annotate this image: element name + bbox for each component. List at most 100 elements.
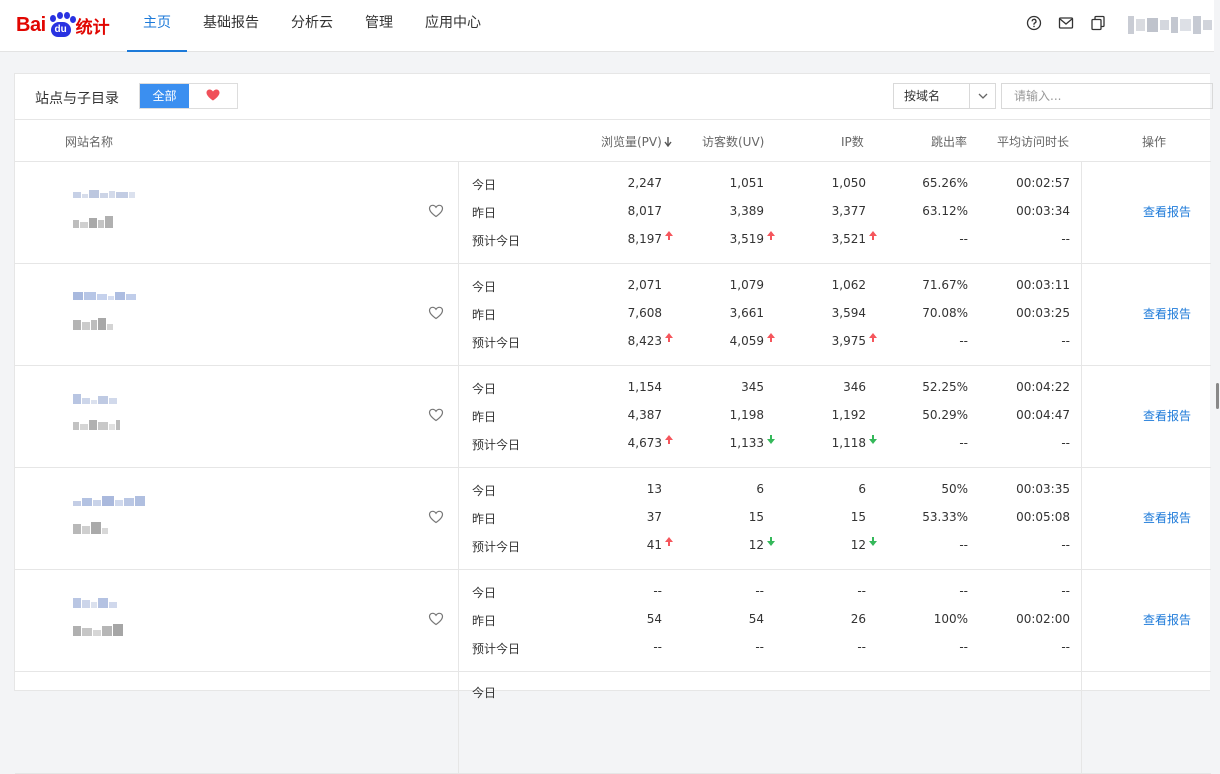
cell-ip-today: -- <box>857 584 866 598</box>
cell-time-today: 00:02:57 <box>1016 176 1070 190</box>
col-pv[interactable]: 浏览量(PV) <box>601 133 672 150</box>
table-row: 今日 1,154 345 346 52.25% 00:04:22 昨日 4,387 1,198 1… <box>15 366 1211 468</box>
help-icon[interactable] <box>1026 15 1042 31</box>
cell-bounce-forecast: -- <box>959 334 968 348</box>
nav-app-center[interactable]: 应用中心 <box>409 0 497 52</box>
cell-uv-today: 345 <box>741 380 764 394</box>
cell-pv-yesterday: 54 <box>646 612 662 626</box>
row-label-forecast: 预计今日 <box>472 234 521 248</box>
row-label-forecast: 预计今日 <box>472 336 521 350</box>
cell-time-forecast: -- <box>1061 232 1070 246</box>
paw-logo-icon: du <box>47 12 76 38</box>
domain-select[interactable]: 按域名 <box>893 83 996 109</box>
cell-time-forecast: -- <box>1061 436 1070 450</box>
cell-bounce-today: 50% <box>941 482 968 496</box>
filter-favorites-button[interactable] <box>189 84 237 108</box>
cell-uv-today: -- <box>755 584 764 598</box>
row-label-yesterday: 昨日 <box>472 410 497 424</box>
view-report-link[interactable]: 查看报告 <box>1143 305 1191 322</box>
col-bounce-rate[interactable]: 跳出率 <box>931 133 967 150</box>
cell-time-yesterday: 00:02:00 <box>1016 612 1070 626</box>
favorite-heart-icon[interactable] <box>428 509 444 525</box>
cell-pv-yesterday: 7,608 <box>627 306 662 320</box>
cell-uv-forecast: 1,133 <box>729 436 764 450</box>
col-actions: 操作 <box>1142 135 1167 149</box>
scrollbar-thumb[interactable] <box>1216 383 1219 409</box>
cell-uv-yesterday: 3,661 <box>729 306 764 320</box>
top-icons <box>1026 15 1122 31</box>
cell-ip-forecast: 12 <box>850 538 866 552</box>
trend-up-icon <box>665 230 673 244</box>
mail-icon[interactable] <box>1058 15 1074 31</box>
col-pv-label: 浏览量(PV) <box>601 135 662 149</box>
col-ip[interactable]: IP数 <box>841 133 864 150</box>
cell-ip-yesterday: 3,377 <box>831 204 866 218</box>
site-cell <box>15 366 459 467</box>
favorite-heart-icon[interactable] <box>428 407 444 423</box>
view-report-link[interactable]: 查看报告 <box>1143 509 1191 526</box>
nav-management[interactable]: 管理 <box>349 0 409 52</box>
trend-down-icon <box>869 434 877 448</box>
cell-ip-yesterday: 15 <box>850 510 866 524</box>
baidu-tongji-logo[interactable]: Bai du 统计 <box>16 10 110 40</box>
nav-analysis-cloud[interactable]: 分析云 <box>275 0 349 52</box>
action-cell <box>1081 672 1211 773</box>
search-input[interactable] <box>1002 84 1212 108</box>
cell-ip-today: 346 <box>843 380 866 394</box>
nav-home[interactable]: 主页 <box>127 0 187 52</box>
row-label-today: 今日 <box>472 280 497 294</box>
site-name-blurred[interactable] <box>73 190 135 198</box>
cell-uv-yesterday: 15 <box>748 510 764 524</box>
copy-icon[interactable] <box>1090 15 1106 31</box>
page-scrollbar[interactable] <box>1214 0 1220 691</box>
panel-title: 站点与子目录 <box>35 91 119 107</box>
domain-select-value: 按域名 <box>904 89 941 103</box>
cell-time-yesterday: 00:05:08 <box>1016 510 1070 524</box>
trend-down-icon <box>869 536 877 550</box>
view-report-link[interactable]: 查看报告 <box>1143 407 1191 424</box>
cell-ip-today: 1,062 <box>831 278 866 292</box>
site-name-blurred[interactable] <box>73 394 117 404</box>
row-label-forecast: 预计今日 <box>472 642 521 656</box>
panel-header: 站点与子目录 全部 按域名 <box>15 74 1213 120</box>
cell-bounce-today: 52.25% <box>922 380 968 394</box>
user-account-menu[interactable] <box>1128 14 1212 36</box>
view-report-link[interactable]: 查看报告 <box>1143 611 1191 628</box>
col-uv[interactable]: 访客数(UV) <box>702 133 764 150</box>
cell-pv-yesterday: 37 <box>646 510 662 524</box>
cell-bounce-yesterday: 100% <box>933 612 968 626</box>
favorite-heart-icon[interactable] <box>428 305 444 321</box>
cell-pv-forecast: 8,423 <box>627 334 662 348</box>
logo-tongji-text: 统计 <box>75 17 110 38</box>
col-site-name: 网站名称 <box>65 135 114 149</box>
site-cell <box>15 468 459 569</box>
table-header: 网站名称 浏览量(PV) 访客数(UV) IP数 跳出率 平均访问时长 操作 <box>15 120 1211 162</box>
site-cell <box>15 570 459 671</box>
cell-ip-forecast: 1,118 <box>831 436 866 450</box>
favorite-heart-icon[interactable] <box>428 611 444 627</box>
site-name-blurred[interactable] <box>73 496 145 506</box>
favorite-heart-icon[interactable] <box>428 203 444 219</box>
cell-pv-today: 1,154 <box>627 380 662 394</box>
filter-toggle: 全部 <box>139 83 238 109</box>
filter-all-button[interactable]: 全部 <box>140 84 189 108</box>
cell-uv-forecast: 3,519 <box>729 232 764 246</box>
cell-bounce-forecast: -- <box>959 640 968 654</box>
sites-panel: 站点与子目录 全部 按域名 网站名称 浏览量(PV) 访客数(UV) IP数 跳… <box>14 73 1213 774</box>
heart-icon <box>206 89 220 104</box>
site-name-blurred[interactable] <box>73 598 117 608</box>
trend-down-icon <box>767 434 775 448</box>
row-label-today: 今日 <box>472 382 497 396</box>
site-name-blurred[interactable] <box>73 292 136 300</box>
top-bar: Bai du 统计 主页 基础报告 分析云 管理 应用中心 <box>0 0 1220 52</box>
cell-uv-today: 1,051 <box>729 176 764 190</box>
view-report-link[interactable]: 查看报告 <box>1143 203 1191 220</box>
col-avg-time[interactable]: 平均访问时长 <box>997 133 1069 150</box>
row-label-today: 今日 <box>472 484 497 498</box>
trend-down-icon <box>767 536 775 550</box>
trend-up-icon <box>869 332 877 346</box>
nav-basic-reports[interactable]: 基础报告 <box>187 0 275 52</box>
cell-bounce-yesterday: 53.33% <box>922 510 968 524</box>
row-label-today: 今日 <box>472 178 497 192</box>
logo-bai-text: Bai <box>16 13 46 36</box>
